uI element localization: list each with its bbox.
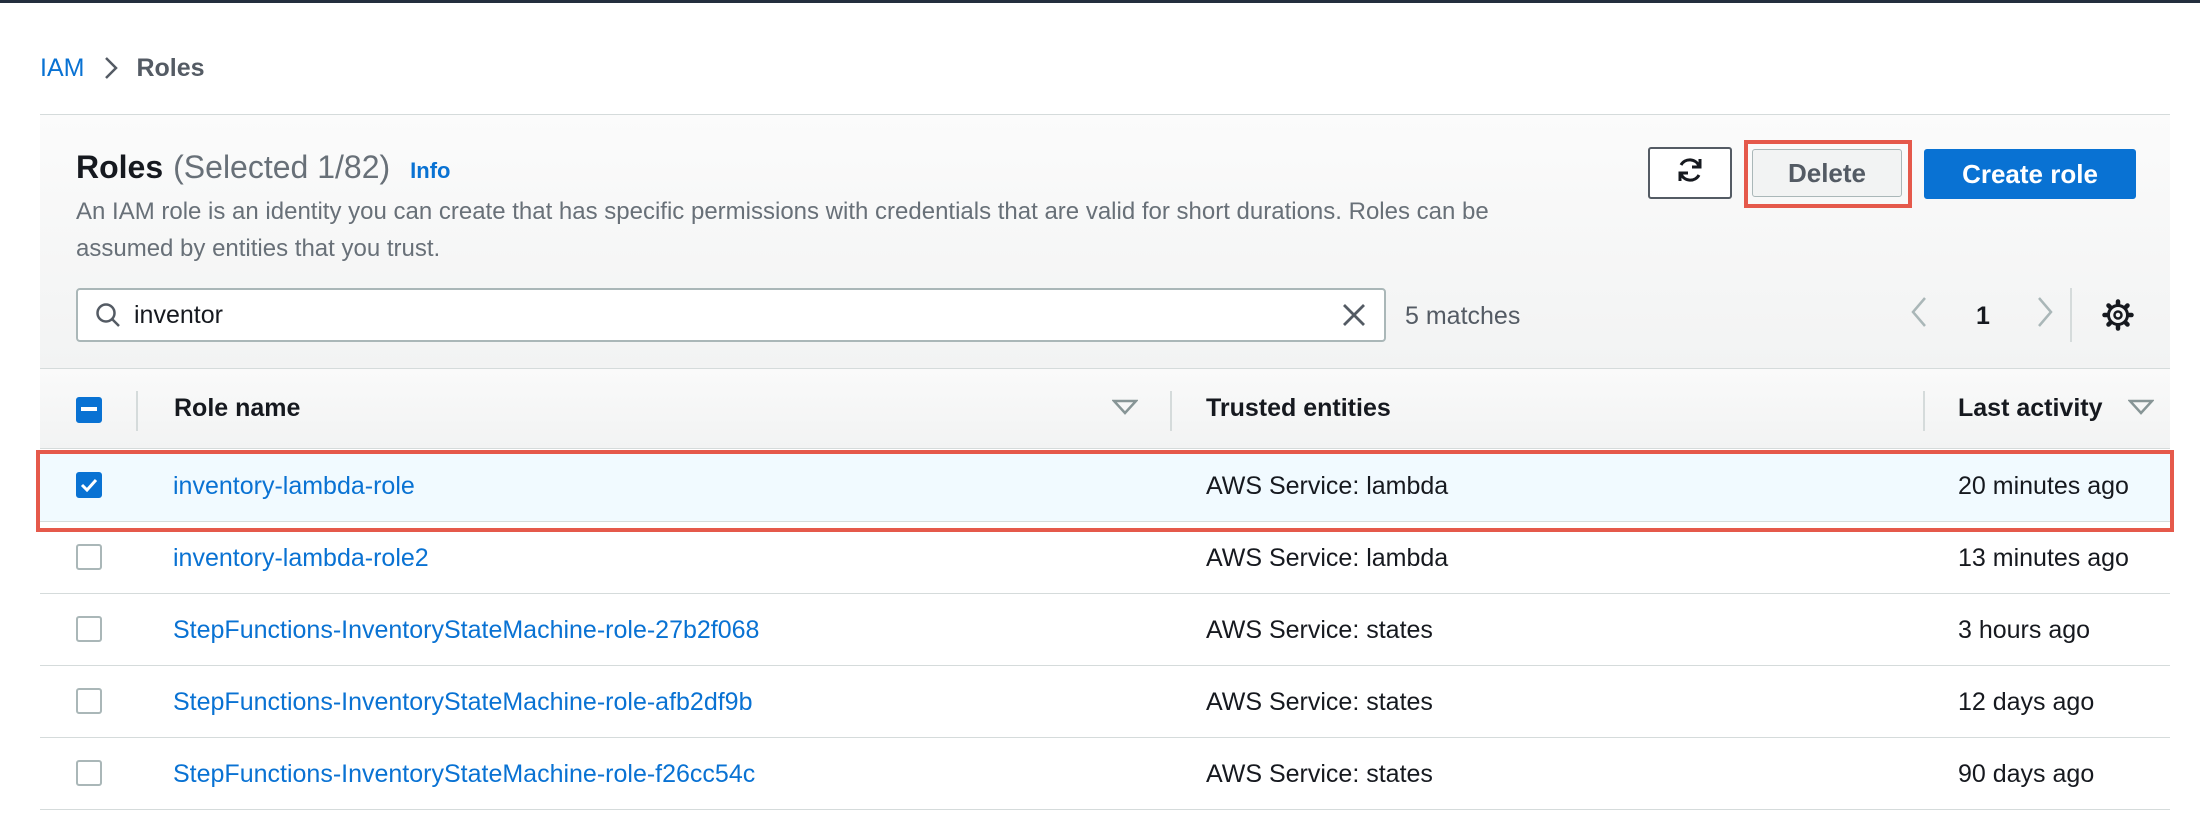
table-row[interactable]: inventory-lambda-role AWS Service: lambd…: [40, 450, 2170, 522]
current-page-number[interactable]: 1: [1976, 302, 1990, 331]
info-link[interactable]: Info: [410, 158, 450, 184]
chevron-right-icon: [104, 56, 119, 80]
role-name-link[interactable]: inventory-lambda-role2: [173, 544, 429, 573]
panel-header: Roles (Selected 1/82) Info An IAM role i…: [40, 115, 2170, 369]
sort-caret-icon[interactable]: [1111, 399, 1139, 420]
trusted-entity: AWS Service: lambda: [1206, 472, 1449, 500]
role-name-link[interactable]: StepFunctions-InventoryStateMachine-role…: [173, 688, 753, 717]
clear-icon[interactable]: [1342, 303, 1366, 327]
panel-description: An IAM role is an identity you can creat…: [76, 198, 1489, 262]
row-checkbox[interactable]: [76, 688, 102, 714]
row-checkbox[interactable]: [76, 616, 102, 642]
previous-page-button[interactable]: [1910, 295, 1928, 329]
column-divider: [1170, 391, 1172, 431]
refresh-icon: [1675, 155, 1705, 192]
gear-icon: [2102, 299, 2134, 331]
trusted-entity: AWS Service: states: [1206, 616, 1433, 644]
row-checkbox[interactable]: [76, 760, 102, 786]
next-page-button[interactable]: [2036, 295, 2054, 329]
table-row[interactable]: inventory-lambda-role2 AWS Service: lamb…: [40, 522, 2170, 594]
column-header-role-name[interactable]: Role name: [174, 394, 300, 423]
breadcrumb-current: Roles: [136, 53, 205, 82]
row-checkbox[interactable]: [76, 472, 102, 498]
sort-caret-icon[interactable]: [2127, 399, 2155, 420]
delete-button[interactable]: Delete: [1752, 149, 1902, 197]
table-row[interactable]: StepFunctions-InventoryStateMachine-role…: [40, 594, 2170, 666]
trusted-entity: AWS Service: states: [1206, 688, 1433, 716]
last-activity: 12 days ago: [1958, 688, 2095, 716]
page-title: Roles: [76, 149, 164, 185]
last-activity: 13 minutes ago: [1958, 544, 2129, 572]
search-icon: [94, 301, 122, 329]
last-activity: 90 days ago: [1958, 760, 2095, 788]
row-checkbox[interactable]: [76, 544, 102, 570]
last-activity: 3 hours ago: [1958, 616, 2091, 644]
role-name-link[interactable]: inventory-lambda-role: [173, 472, 415, 501]
top-border: [0, 0, 2200, 3]
chevron-right-icon: [2038, 297, 2053, 327]
column-header-trusted-entities[interactable]: Trusted entities: [1206, 394, 1391, 423]
settings-button[interactable]: [2102, 299, 2134, 336]
chevron-left-icon: [1911, 297, 1926, 327]
trusted-entity: AWS Service: states: [1206, 760, 1433, 788]
pager-divider: [2070, 288, 2072, 342]
role-name-link[interactable]: StepFunctions-InventoryStateMachine-role…: [173, 616, 759, 645]
search-matches-count: 5 matches: [1405, 302, 1521, 330]
table-row[interactable]: StepFunctions-InventoryStateMachine-role…: [40, 666, 2170, 738]
column-header-last-activity[interactable]: Last activity: [1958, 394, 2103, 423]
column-divider: [1923, 391, 1925, 431]
select-all-checkbox[interactable]: [76, 397, 102, 423]
role-name-link[interactable]: StepFunctions-InventoryStateMachine-role…: [173, 760, 755, 789]
table-row[interactable]: StepFunctions-InventoryStateMachine-role…: [40, 738, 2170, 810]
refresh-button[interactable]: [1648, 147, 1732, 199]
panel-title-row: Roles (Selected 1/82) Info: [76, 149, 450, 186]
table-header: Role name Trusted entities Last activity: [40, 369, 2170, 449]
selected-count: (Selected 1/82): [173, 149, 391, 185]
last-activity: 20 minutes ago: [1958, 472, 2129, 500]
column-divider: [136, 391, 138, 431]
roles-panel: Roles (Selected 1/82) Info An IAM role i…: [36, 114, 2174, 818]
create-role-button[interactable]: Create role: [1924, 149, 2136, 199]
breadcrumb-iam-link[interactable]: IAM: [40, 54, 84, 83]
breadcrumb: IAM Roles: [40, 52, 205, 84]
search-field[interactable]: inventor: [76, 288, 1386, 342]
trusted-entity: AWS Service: lambda: [1206, 544, 1449, 572]
search-input[interactable]: inventor: [134, 301, 1342, 330]
